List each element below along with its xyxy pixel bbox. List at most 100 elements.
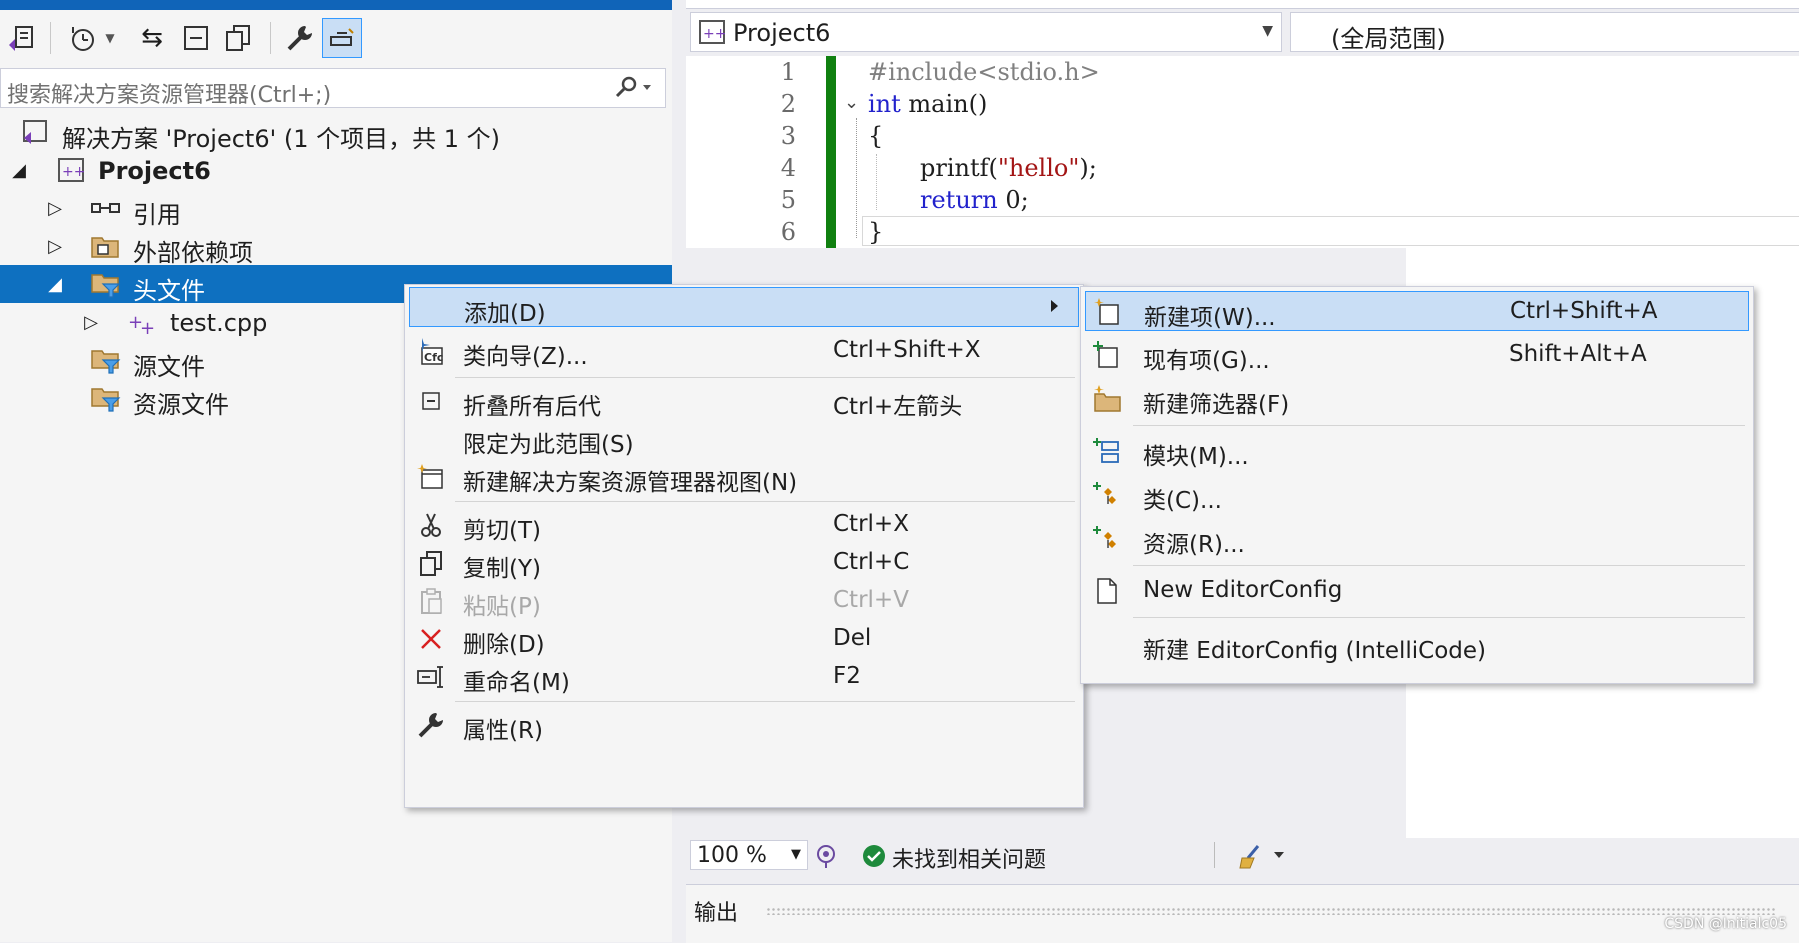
line-number: 5 — [780, 186, 796, 214]
properties-button[interactable] — [280, 18, 320, 58]
vs-solution-icon — [9, 26, 33, 51]
menu-item-add[interactable]: 添加(D) — [409, 287, 1079, 327]
submenu-item-new-editorconfig[interactable]: New EditorConfig — [1085, 571, 1749, 611]
filter-folder-icon — [90, 269, 122, 299]
code-line-4: printf("hello"); — [920, 154, 1097, 182]
menu-item-properties[interactable]: 属性(R) — [409, 705, 1079, 745]
tree-item-project[interactable]: ◢ ++ Project6 — [0, 151, 672, 189]
chevron-down-icon[interactable]: ▼ — [791, 847, 801, 862]
pending-changes-filter-button[interactable] — [62, 18, 102, 58]
history-clock-icon — [72, 27, 94, 51]
panel-grip[interactable] — [766, 907, 1776, 915]
menu-item-cut[interactable]: 剪切(T) Ctrl+X — [409, 505, 1079, 545]
zoom-dropdown[interactable]: 100 % ▼ — [690, 840, 808, 870]
line-number: 2 — [780, 90, 796, 118]
menu-item-label: 限定为此范围(S) — [463, 432, 634, 458]
show-all-files-button[interactable] — [218, 18, 258, 58]
menu-item-label: 新建筛选器(F) — [1143, 392, 1290, 418]
new-folder-icon — [1091, 383, 1123, 415]
solution-search-input[interactable]: 搜索解决方案资源管理器(Ctrl+;) — [7, 77, 331, 109]
menu-item-delete[interactable]: 删除(D) Del — [409, 619, 1079, 659]
svg-text:++: ++ — [703, 26, 726, 42]
chevron-down-icon: ▼ — [105, 31, 115, 45]
expanded-triangle-icon[interactable]: ◢ — [44, 265, 66, 303]
intellicode-icon[interactable] — [812, 842, 840, 874]
submenu-item-class[interactable]: 类(C)... — [1085, 475, 1749, 515]
tree-item-solution[interactable]: 解决方案 'Project6' (1 个项目，共 1 个) — [0, 113, 672, 153]
submenu-item-new-editorconfig-intellicode[interactable]: 新建 EditorConfig (IntelliCode) — [1085, 625, 1749, 665]
submenu-item-existing-item[interactable]: 现有项(G)... Shift+Alt+A — [1085, 335, 1749, 375]
menu-item-rename[interactable]: 重命名(M) F2 — [409, 657, 1079, 697]
menu-item-scope-to-this[interactable]: 限定为此范围(S) — [409, 419, 1079, 459]
sync-active-document-button[interactable]: ⇆ — [132, 18, 172, 58]
collapsed-triangle-icon[interactable]: ▷ — [44, 227, 66, 265]
tree-item-references[interactable]: ▷ 引用 — [0, 189, 672, 230]
menu-item-new-explorer-view[interactable]: 新建解决方案资源管理器视图(N) — [409, 457, 1079, 497]
menu-item-label: 模块(M)... — [1143, 444, 1249, 470]
solution-search-box[interactable]: 搜索解决方案资源管理器(Ctrl+;) — [0, 68, 666, 108]
solution-explorer-titlebar — [0, 0, 672, 10]
clipboard-icon — [415, 585, 447, 617]
menu-separator — [1133, 425, 1745, 426]
references-icon — [90, 193, 122, 223]
class-wizard-icon: Cfc — [415, 335, 447, 367]
collapsed-triangle-icon[interactable]: ▷ — [80, 303, 102, 341]
tree-item-external-deps[interactable]: ▷ 外部依赖项 — [0, 227, 672, 268]
issues-status[interactable]: 未找到相关问题 — [892, 842, 1046, 874]
test-file-label: test.cpp — [170, 309, 268, 337]
menu-item-label: 复制(Y) — [463, 556, 541, 582]
scope-nav-dropdown[interactable]: (全局范围) — [1290, 12, 1799, 53]
menu-item-label: New EditorConfig — [1143, 577, 1343, 603]
menu-separator — [1133, 565, 1745, 566]
sync-arrows-icon: ⇆ — [141, 23, 163, 53]
chevron-down-icon[interactable]: ▼ — [1262, 23, 1273, 39]
code-cleanup-broom-icon[interactable] — [1238, 842, 1288, 874]
zoom-value: 100 % — [697, 843, 767, 868]
submenu-item-new-item[interactable]: 新建项(W)... Ctrl+Shift+A — [1085, 291, 1749, 331]
indent-guide — [856, 118, 857, 238]
switch-views-button[interactable] — [2, 18, 42, 58]
submenu-item-resource[interactable]: 资源(R)... — [1085, 519, 1749, 559]
menu-item-label: 资源(R)... — [1143, 532, 1245, 558]
pending-changes-dropdown[interactable]: ▼ — [100, 18, 120, 58]
copy-pages-icon — [226, 25, 250, 51]
menu-item-shortcut: Ctrl+左箭头 — [833, 394, 963, 420]
fold-chevron-icon[interactable]: ⌄ — [844, 92, 859, 113]
menu-item-label: 粘贴(P) — [463, 594, 541, 620]
scissors-icon — [415, 509, 447, 541]
project-nav-dropdown[interactable]: ++ Project6 ▼ — [690, 12, 1282, 52]
menu-item-class-wizard[interactable]: Cfc 类向导(Z)... Ctrl+Shift+X — [409, 331, 1079, 371]
menu-item-label: 添加(D) — [464, 301, 546, 327]
resource-files-label: 资源文件 — [133, 391, 229, 419]
collapsed-triangle-icon[interactable]: ▷ — [44, 189, 66, 227]
copy-icon — [415, 547, 447, 579]
code-printf: printf( — [920, 154, 998, 182]
solution-explorer-toolbar: ▼ ⇆ — [0, 14, 672, 64]
menu-item-label: 剪切(T) — [463, 518, 541, 544]
cpp-file-icon: + + — [126, 307, 158, 337]
menu-separator — [455, 701, 1075, 702]
code-line-3: { — [868, 122, 884, 150]
code-main: main() — [900, 90, 988, 118]
submenu-item-module[interactable]: 模块(M)... — [1085, 431, 1749, 471]
editor-status-bar: 100 % ▼ 未找到相关问题 — [686, 838, 1799, 874]
watermark: CSDN @Initialc05 — [1664, 916, 1787, 932]
search-icon[interactable] — [613, 75, 653, 105]
code-editor[interactable]: 1 2 3 4 5 6 ⌄ #include<stdio.h> int main… — [686, 56, 1799, 248]
menu-item-label: 删除(D) — [463, 632, 545, 658]
menu-item-label: 新建项(W)... — [1144, 305, 1276, 331]
collapse-icon — [415, 385, 447, 417]
collapse-all-button[interactable] — [176, 18, 216, 58]
code-printf-end: ); — [1079, 154, 1097, 182]
menu-item-label: 折叠所有后代 — [463, 394, 601, 420]
preview-selected-items-button[interactable] — [322, 18, 362, 58]
menu-item-copy[interactable]: 复制(Y) Ctrl+C — [409, 543, 1079, 583]
string-literal: "hello" — [997, 154, 1080, 182]
line-number: 1 — [780, 58, 796, 86]
submenu-item-new-filter[interactable]: 新建筛选器(F) — [1085, 379, 1749, 419]
output-title: 输出 — [694, 901, 739, 926]
menu-item-paste[interactable]: 粘贴(P) Ctrl+V — [409, 581, 1079, 621]
solution-label: 解决方案 'Project6' (1 个项目，共 1 个) — [62, 125, 500, 153]
expanded-triangle-icon[interactable]: ◢ — [8, 151, 30, 189]
menu-item-collapse-all[interactable]: 折叠所有后代 Ctrl+左箭头 — [409, 381, 1079, 421]
